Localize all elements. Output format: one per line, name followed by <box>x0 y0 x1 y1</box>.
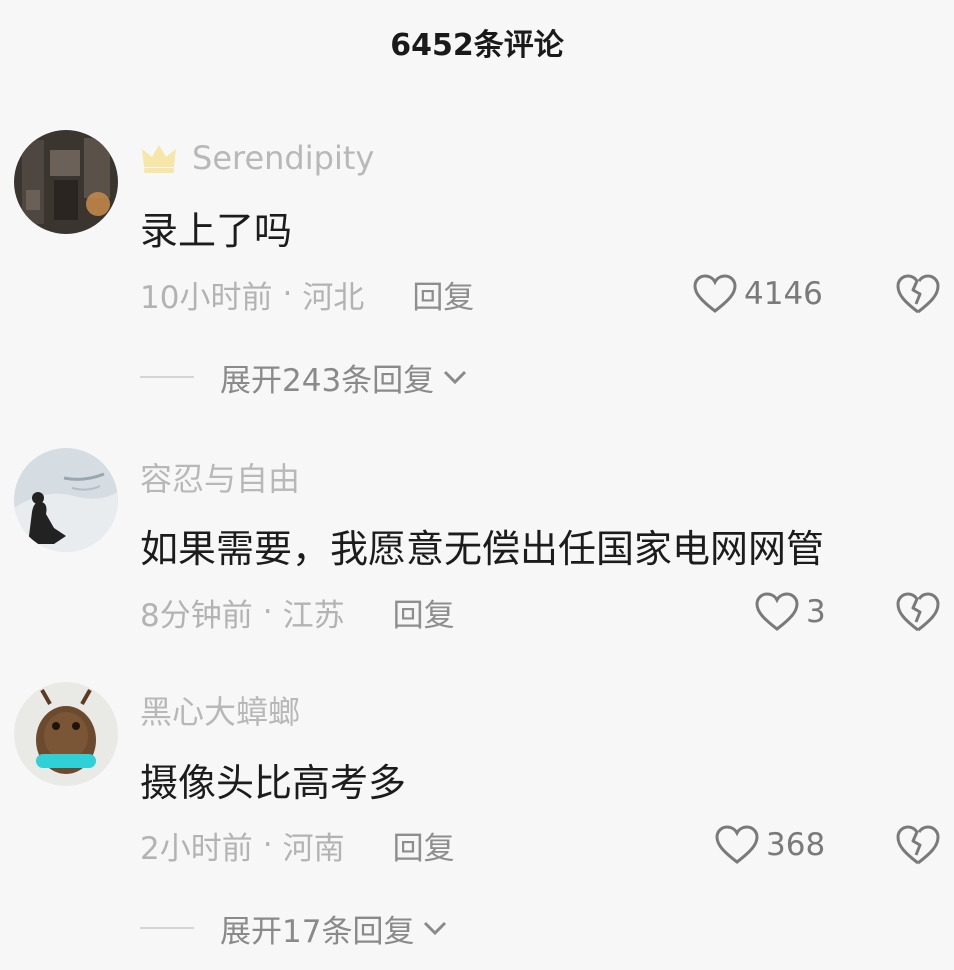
comment-time: 10小时前 <box>140 279 273 316</box>
broken-heart-icon <box>896 825 940 865</box>
divider-line <box>140 376 194 378</box>
reply-button[interactable]: 回复 <box>412 272 474 317</box>
like-count: 4146 <box>744 276 823 312</box>
comment-meta: 8分钟前 · 江苏 回复 <box>140 590 455 634</box>
comment-location: 河北 <box>302 279 365 316</box>
reply-button[interactable]: 回复 <box>393 823 455 868</box>
meta-separator: · <box>262 827 273 863</box>
username-row: 容忍与自由 <box>140 454 300 500</box>
comments-panel: 6452条评论 Serendipity 录上了吗 10小时前 · 河北 回复 4… <box>0 0 954 970</box>
chevron-down-icon <box>444 370 467 385</box>
username-row: 黑心大蟑螂 <box>140 687 300 733</box>
like-count: 368 <box>766 827 826 863</box>
comment-text: 摄像头比高考多 <box>140 761 407 805</box>
comment-time: 2小时前 <box>140 830 253 867</box>
dislike-button[interactable] <box>894 272 942 316</box>
heart-outline-icon <box>693 274 737 313</box>
avatar[interactable] <box>14 682 118 786</box>
meta-separator: · <box>262 594 273 630</box>
chevron-down-icon <box>424 921 447 936</box>
username[interactable]: 容忍与自由 <box>140 454 300 500</box>
comment-location: 河南 <box>282 830 345 867</box>
heart-outline-icon <box>715 825 759 864</box>
username-row: Serendipity <box>140 138 374 178</box>
comment-count-title: 6452条评论 <box>390 28 564 63</box>
expand-replies-label: 展开243条回复 <box>220 362 435 399</box>
divider-line <box>140 927 194 929</box>
like-button[interactable]: 3 <box>754 590 826 634</box>
username[interactable]: 黑心大蟑螂 <box>140 687 300 733</box>
expand-replies-label: 展开17条回复 <box>220 913 415 950</box>
dislike-button[interactable] <box>894 823 942 867</box>
heart-outline-icon <box>755 592 799 631</box>
reply-button[interactable]: 回复 <box>393 590 455 635</box>
crown-icon <box>142 145 176 173</box>
like-count: 3 <box>806 594 826 630</box>
avatar[interactable] <box>14 448 118 552</box>
comment-meta: 2小时前 · 河南 回复 <box>140 823 455 867</box>
broken-heart-icon <box>896 274 940 314</box>
comment-location: 江苏 <box>282 597 345 634</box>
broken-heart-icon <box>896 592 940 632</box>
comment-time: 8分钟前 <box>140 597 253 634</box>
comment-meta: 10小时前 · 河北 回复 <box>140 272 474 316</box>
meta-separator: · <box>282 276 293 312</box>
expand-replies[interactable]: 展开243条回复 <box>140 355 468 399</box>
like-button[interactable]: 368 <box>714 823 825 867</box>
comment-text: 如果需要，我愿意无偿出任国家电网网管 <box>140 527 825 571</box>
avatar[interactable] <box>14 130 118 234</box>
comment-text: 录上了吗 <box>140 209 293 253</box>
like-button[interactable]: 4146 <box>692 272 823 316</box>
expand-replies[interactable]: 展开17条回复 <box>140 906 448 950</box>
dislike-button[interactable] <box>894 590 942 634</box>
username[interactable]: Serendipity <box>192 139 374 177</box>
